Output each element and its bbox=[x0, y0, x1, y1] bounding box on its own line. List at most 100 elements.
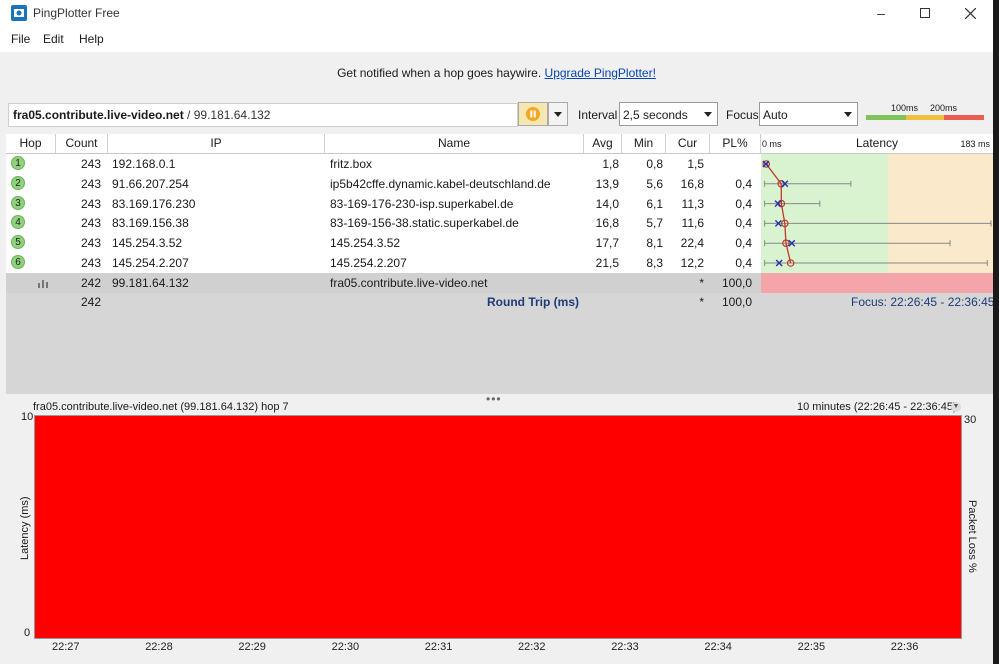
table-row[interactable]: 3 243 83.169.176.230 83-169-176-230-isp.sup… bbox=[6, 193, 761, 214]
ip-cell: 83.169.176.230 bbox=[112, 196, 196, 211]
interval-select[interactable]: 2,5 seconds bbox=[619, 102, 718, 126]
latency-scale-legend: 100ms 200ms bbox=[866, 102, 984, 126]
final-ip: 99.181.64.132 bbox=[112, 276, 189, 290]
latency-min-label: 0 ms bbox=[762, 139, 782, 149]
focus-select[interactable]: Auto bbox=[759, 102, 858, 126]
col-header-avg[interactable]: Avg bbox=[584, 134, 622, 154]
chevron-down-icon[interactable]: ▼ bbox=[951, 402, 961, 412]
latency-graph bbox=[761, 154, 993, 273]
count-cell: 243 bbox=[80, 157, 101, 171]
scale-bar-green bbox=[866, 115, 906, 120]
count-cell: 243 bbox=[80, 236, 101, 251]
name-cell: 145.254.2.207 bbox=[330, 256, 407, 270]
menu-help[interactable]: Help bbox=[79, 32, 104, 46]
y-right-axis-label: Packet Loss % bbox=[966, 500, 978, 573]
latency-max-label: 183 ms bbox=[960, 139, 990, 149]
minimize-icon: – bbox=[877, 5, 885, 21]
x-tick-label: 22:34 bbox=[704, 641, 732, 653]
maximize-icon bbox=[920, 8, 930, 18]
cur-cell: 11,3 bbox=[681, 196, 704, 211]
final-pl: 100,0 bbox=[721, 276, 752, 290]
y-right-max: 30 bbox=[964, 414, 977, 426]
avg-cell: 16,8 bbox=[595, 216, 619, 231]
pl-cell: 0,4 bbox=[735, 216, 752, 231]
col-header-ip[interactable]: IP bbox=[108, 134, 325, 154]
cur-cell: 22,4 bbox=[680, 236, 704, 251]
ip-cell: 145.254.3.52 bbox=[112, 236, 183, 251]
summary-count: 242 bbox=[80, 295, 101, 309]
table-row[interactable]: 2 243 91.66.207.254 ip5b42cffe.dynamic.kabe… bbox=[6, 173, 761, 194]
target-ip: / 99.181.64.132 bbox=[183, 108, 271, 122]
pause-button[interactable] bbox=[518, 102, 548, 126]
min-cell: 8,1 bbox=[646, 236, 663, 251]
graph-title: fra05.contribute.live-video.net (99.181.… bbox=[33, 401, 289, 413]
x-tick-label: 22:27 bbox=[52, 641, 80, 653]
cur-cell: 11,6 bbox=[681, 216, 704, 231]
col-header-name[interactable]: Name bbox=[325, 134, 584, 154]
avg-cell: 13,9 bbox=[595, 176, 619, 191]
splitter-handle-icon[interactable]: ••• bbox=[486, 392, 502, 406]
avg-cell: 1,8 bbox=[602, 157, 619, 171]
latency-panel: 0 ms Latency 183 ms bbox=[761, 134, 993, 292]
x-tick-label: 22:36 bbox=[890, 641, 919, 653]
col-header-count[interactable]: Count bbox=[56, 134, 108, 154]
scale-bar-red bbox=[944, 115, 984, 120]
close-button[interactable] bbox=[947, 0, 993, 26]
ip-cell: 145.254.2.207 bbox=[112, 256, 189, 270]
summary-pl: 100,0 bbox=[721, 295, 752, 309]
x-tick-label: 22:35 bbox=[797, 641, 826, 653]
target-field[interactable]: fra05.contribute.live-video.net / 99.181… bbox=[8, 103, 518, 127]
latency-header: 0 ms Latency 183 ms bbox=[761, 134, 993, 154]
y-left-min: 0 bbox=[24, 627, 31, 639]
focus-value: Auto bbox=[763, 108, 788, 122]
col-header-hop[interactable]: Hop bbox=[6, 134, 56, 154]
hop-badge: 6 bbox=[11, 255, 25, 269]
menu-file[interactable]: File bbox=[11, 32, 30, 46]
count-cell: 243 bbox=[80, 176, 101, 191]
summary-cur: * bbox=[699, 295, 704, 309]
cur-cell: 1,5 bbox=[687, 157, 704, 171]
final-count: 242 bbox=[80, 276, 101, 290]
chevron-down-icon bbox=[704, 112, 712, 117]
chevron-down-icon bbox=[844, 112, 852, 117]
graph-range[interactable]: 10 minutes (22:26:45 - 22:36:45) bbox=[797, 401, 957, 413]
interval-label: Interval bbox=[578, 108, 618, 122]
minimize-button[interactable]: – bbox=[858, 0, 904, 26]
upgrade-link[interactable]: Upgrade PingPlotter! bbox=[545, 66, 656, 80]
name-cell: fritz.box bbox=[330, 157, 373, 171]
close-icon bbox=[964, 7, 976, 19]
pl-cell: 0,4 bbox=[735, 256, 752, 270]
latency-zone-yellow bbox=[888, 154, 993, 273]
hop-badge: 2 bbox=[11, 175, 25, 190]
min-cell: 6,1 bbox=[646, 196, 663, 211]
latency-title: Latency bbox=[856, 136, 899, 150]
notice-text: Get notified when a hop goes haywire. bbox=[337, 66, 545, 80]
hop-badge: 4 bbox=[11, 215, 25, 230]
hop-badge: 3 bbox=[11, 195, 25, 210]
table-row[interactable]: 1 243 192.168.0.1 fritz.box 1,8 0,8 1,5 bbox=[6, 154, 761, 174]
x-tick-label: 22:30 bbox=[331, 641, 360, 653]
col-header-cur[interactable]: Cur bbox=[666, 134, 710, 154]
menu-edit[interactable]: Edit bbox=[43, 32, 64, 46]
maximize-button[interactable] bbox=[902, 0, 948, 26]
col-header-min[interactable]: Min bbox=[622, 134, 666, 154]
table-row[interactable]: 6 243 145.254.2.207 145.254.2.207 21,5 8,3 12,… bbox=[6, 253, 761, 273]
col-header-pl[interactable]: PL% bbox=[710, 134, 761, 154]
count-cell: 243 bbox=[80, 256, 101, 270]
trace-options-dropdown[interactable] bbox=[548, 102, 568, 126]
latency-time-graph[interactable] bbox=[34, 415, 962, 639]
target-host: fra05.contribute.live-video.net / 99.181… bbox=[13, 108, 270, 122]
name-cell: 83-169-176-230-isp.superkabel.de bbox=[330, 196, 514, 211]
avg-cell: 14,0 bbox=[595, 196, 619, 211]
ip-cell: 83.169.156.38 bbox=[112, 216, 189, 231]
interval-value: 2,5 seconds bbox=[623, 108, 688, 122]
x-tick-label: 22:31 bbox=[424, 641, 453, 653]
upgrade-notice: Get notified when a hop goes haywire. Up… bbox=[0, 66, 993, 80]
table-row[interactable]: 5 243 145.254.3.52 145.254.3.52 17,7 8,1 22,4 0… bbox=[6, 233, 761, 254]
pl-cell: 0,4 bbox=[735, 196, 752, 211]
name-cell: 145.254.3.52 bbox=[330, 236, 401, 251]
ip-cell: 192.168.0.1 bbox=[112, 157, 176, 171]
y-left-axis-label: Latency (ms) bbox=[19, 496, 31, 560]
app-window: PingPlotter Free – File Edit Help Get no… bbox=[0, 0, 993, 664]
table-row[interactable]: 4 243 83.169.156.38 83-169-156-38.static.su… bbox=[6, 213, 761, 234]
